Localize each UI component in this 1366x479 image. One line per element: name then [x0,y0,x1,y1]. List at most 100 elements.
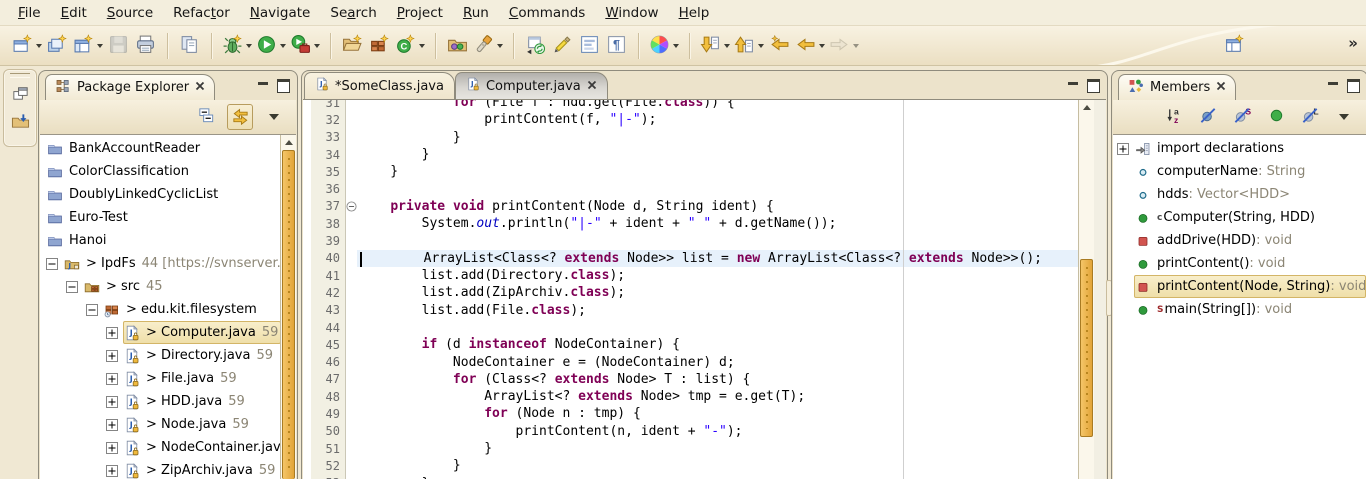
close-icon[interactable] [195,80,205,95]
tree-row[interactable]: J> File.java59 [40,367,281,390]
view-menu-button[interactable] [261,104,287,130]
fastbar-drag-handle[interactable] [10,73,30,78]
tree-row[interactable]: hdds : Vector<HDD> [1113,183,1366,206]
tree-row[interactable]: Hanoi [40,229,281,252]
menu-source[interactable]: Source [97,2,163,24]
tab-package-explorer[interactable]: Package Explorer [45,74,215,100]
scrollbar-thumb[interactable] [282,150,295,479]
expand-icon[interactable] [106,465,118,477]
svn-checkout-button[interactable] [6,108,34,134]
back-button[interactable] [793,30,827,61]
hide-local-types-button[interactable]: L [1297,104,1323,130]
scrollbar-thumb[interactable] [1080,259,1093,437]
tree-row[interactable]: J> Directory.java59 [40,344,281,367]
expand-icon[interactable] [106,350,118,362]
expand-icon[interactable] [106,419,118,431]
close-icon[interactable] [587,79,597,94]
hide-static-button[interactable]: S [1229,104,1255,130]
menu-window[interactable]: Window [595,2,668,24]
tree-row[interactable]: BankAccountReader [40,137,281,160]
tree-row[interactable]: J> Node.java59 [40,413,281,436]
tree-row[interactable]: cComputer(String, HDD) [1113,206,1366,229]
menu-search[interactable]: Search [320,2,386,24]
tree-row[interactable]: addDrive(HDD) : void [1113,229,1366,252]
new-editor-button[interactable] [176,30,203,61]
new-class-button[interactable]: C [393,30,427,61]
maximize-icon[interactable] [1347,79,1360,93]
editor-scrollbar[interactable] [1078,100,1094,479]
tree-row[interactable]: J> ZipArchiv.java59 [40,459,281,479]
external-tools-button[interactable] [288,30,322,61]
fold-marker-icon[interactable] [345,201,357,212]
new-package-button[interactable] [366,30,393,61]
expand-icon[interactable] [1117,143,1129,155]
package-explorer-scrollbar[interactable] [280,135,296,479]
new-wizard-button[interactable] [10,30,44,61]
debug-button[interactable] [220,30,254,61]
overview-ruler[interactable] [1093,100,1106,479]
open-perspective-button[interactable] [1221,30,1248,61]
tree-row[interactable]: ColorClassification [40,160,281,183]
toolbar-overflow-chevron[interactable]: » [1348,34,1358,52]
tree-row[interactable]: printContent(Node, String) : void [1113,275,1366,298]
tree-row[interactable]: import declarations [1113,137,1366,160]
code-editor[interactable]: 31 for (File f : hdd.get(File.class)) {3… [303,99,1106,479]
mark-occurrences-button[interactable] [549,30,576,61]
sort-button[interactable]: az [1161,104,1187,130]
collapse-icon[interactable] [66,281,78,293]
minimize-icon[interactable] [1068,82,1078,91]
scroll-up-arrow[interactable] [1079,100,1094,114]
restore-view-button[interactable] [6,80,34,106]
editor-tab-someclassjava[interactable]: J*SomeClass.java [304,72,455,99]
tree-row[interactable]: J> Computer.java59 [40,321,281,344]
tree-row[interactable]: DoublyLinkedCyclicList [40,183,281,206]
menu-help[interactable]: Help [669,2,720,24]
tree-row[interactable]: J> NodeContainer.java [40,436,281,459]
tree-row[interactable]: > edu.kit.filesystem [40,298,281,321]
collapse-all-button[interactable] [193,104,219,130]
menu-edit[interactable]: Edit [51,2,97,24]
forward-button[interactable] [827,30,861,61]
show-whitespace-button[interactable]: ¶ [603,30,630,61]
last-edit-location-button[interactable] [766,30,793,61]
tree-row[interactable]: J> IpdFs44 [https://svnserver.i [40,252,281,275]
tree-row[interactable]: > src45 [40,275,281,298]
tab-members[interactable]: Members [1118,74,1236,100]
show-public-only-button[interactable] [1263,104,1289,130]
next-annotation-button[interactable] [698,30,732,61]
menu-run[interactable]: Run [453,2,499,24]
previous-annotation-button[interactable] [732,30,766,61]
tree-row[interactable]: Smain(String[]) : void [1113,298,1366,321]
open-type-button[interactable] [444,30,471,61]
new-view-button[interactable] [71,30,105,61]
hide-fields-button[interactable] [1195,104,1221,130]
open-new-window-button[interactable] [44,30,71,61]
expand-icon[interactable] [106,373,118,385]
expand-icon[interactable] [106,327,118,339]
tree-row[interactable]: Euro-Test [40,206,281,229]
menu-commands[interactable]: Commands [499,2,595,24]
search-button[interactable] [471,30,505,61]
collapse-icon[interactable] [46,258,58,270]
minimize-icon[interactable] [258,82,268,91]
menu-project[interactable]: Project [387,2,453,24]
print-button[interactable] [132,30,159,61]
color-palette-button[interactable] [647,30,681,61]
expand-icon[interactable] [106,396,118,408]
tree-row[interactable]: J> HDD.java59 [40,390,281,413]
save-button[interactable] [105,30,132,61]
minimize-icon[interactable] [1328,82,1338,91]
menu-navigate[interactable]: Navigate [240,2,321,24]
code-area[interactable]: 31 for (File f : hdd.get(File.class)) {3… [303,100,1079,479]
collapse-icon[interactable] [86,304,98,316]
scroll-up-arrow[interactable] [281,135,296,149]
menu-file[interactable]: File [8,2,51,24]
maximize-icon[interactable] [1087,79,1100,93]
run-button[interactable] [254,30,288,61]
close-icon[interactable] [1216,80,1226,95]
maximize-icon[interactable] [277,79,290,93]
view-menu-button[interactable] [1331,104,1357,130]
tree-row[interactable]: computerName : String [1113,160,1366,183]
editor-tab-computerjava[interactable]: JComputer.java [455,72,608,99]
show-selected-element-button[interactable] [576,30,603,61]
